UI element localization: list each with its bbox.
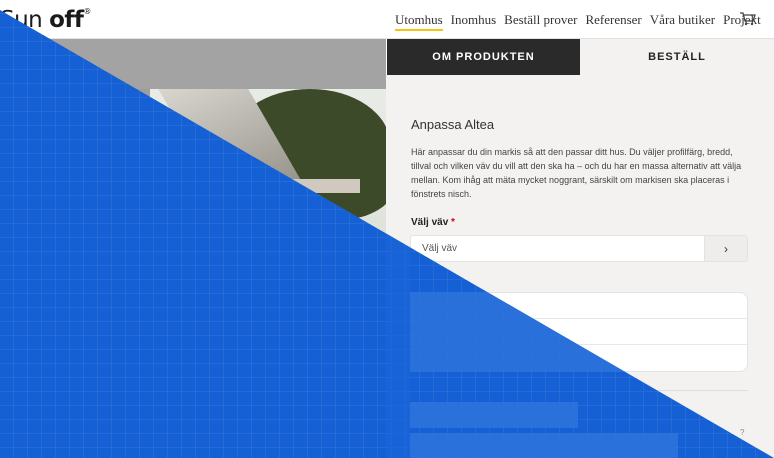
nav-bestall-prover[interactable]: Beställ prover [504,12,577,28]
tab-bestall[interactable]: BESTÄLL [580,39,774,75]
chevron-right-icon[interactable]: › [704,236,747,261]
product-panel [386,75,774,458]
nav-referenser[interactable]: Referenser [585,12,641,28]
fabric-select[interactable]: Välj väv › [410,235,748,262]
hero-awning [290,179,360,193]
sunoff-logo[interactable]: Sun off® [0,7,91,33]
option-row[interactable] [411,345,747,371]
product-description: Här anpassar du din markis så att den pa… [411,147,742,199]
logo-off: off [49,7,84,33]
option-row[interactable] [411,319,747,345]
nav-utomhus[interactable]: Utomhus [395,12,443,31]
fabric-label-text: Välj väv [411,217,449,228]
fabric-field-label: Välj väv * [411,217,455,228]
cart-icon[interactable] [740,12,756,26]
tab-om-produkten[interactable]: OM PRODUKTEN [387,39,580,75]
main-nav: Utomhus Inomhus Beställ prover Referense… [395,12,769,31]
required-marker: * [451,217,455,228]
logo-registered: ® [83,7,91,16]
nav-vara-butiker[interactable]: Våra butiker [650,12,715,28]
nav-inomhus[interactable]: Inomhus [451,12,497,28]
product-title: Anpassa Altea [411,117,495,132]
option-group [410,292,748,372]
product-hero-image [0,39,386,458]
hero-sky [0,39,386,89]
option-row[interactable] [411,293,747,319]
section-divider [410,390,748,391]
site-header: Sun off® Utomhus Inomhus Beställ prover … [0,0,774,39]
logo-sun: Sun [0,7,50,33]
help-icon[interactable]: ? [740,428,744,437]
fabric-select-value: Välj väv [422,243,458,254]
